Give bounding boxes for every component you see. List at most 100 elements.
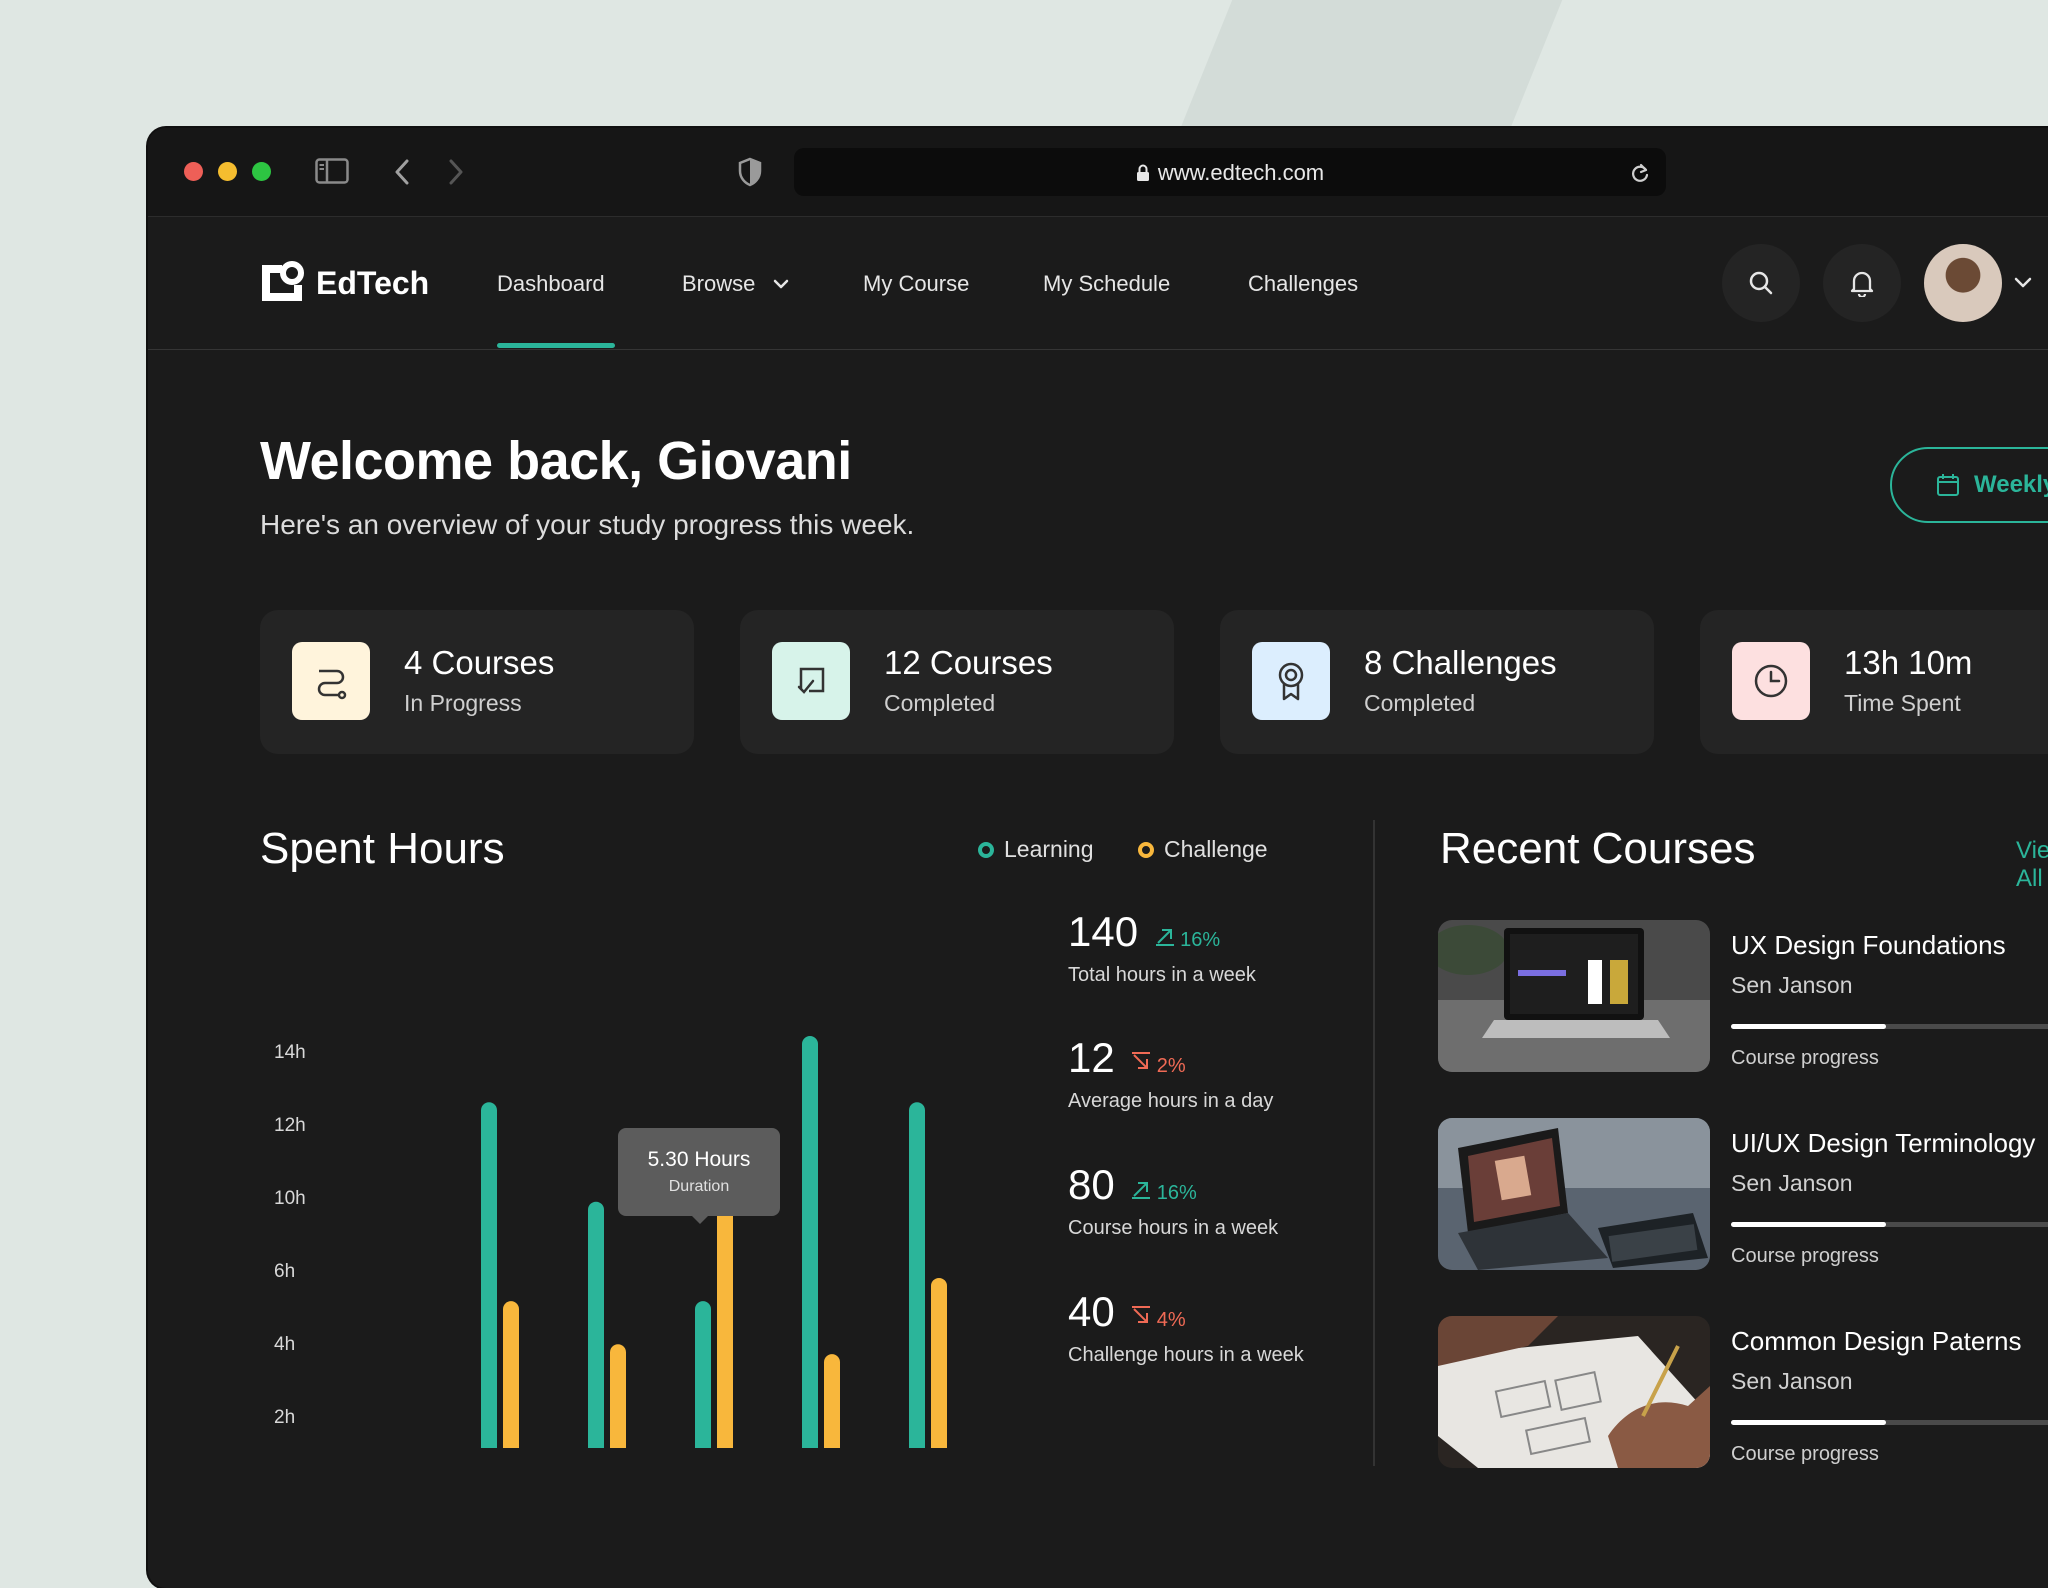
nav-browse[interactable]: Browse [682, 271, 789, 297]
spent-hours-chart: 14h12h10h6h4h2h0hSMTWTFS [274, 1036, 947, 1448]
kpi-value: 12 [1068, 1034, 1115, 1081]
welcome-title: Welcome back, Giovani [260, 431, 852, 491]
kpi-delta: 16% [1155, 926, 1221, 952]
minimize-window-button[interactable] [218, 162, 237, 181]
view-all-link[interactable]: View All [2016, 837, 2048, 893]
course-thumbnail [1438, 1118, 1710, 1270]
y-tick-label: 14h [274, 1042, 306, 1063]
course-progress-fill [1731, 1024, 1887, 1029]
course-progress-fill [1731, 1420, 1887, 1425]
bar-challenge[interactable] [503, 1301, 519, 1448]
course-title: UI/UX Design Terminology [1731, 1128, 2036, 1158]
bar-learning[interactable] [909, 1102, 925, 1448]
top-navigation: EdTech Dashboard Browse My Course My Sch… [148, 217, 2048, 350]
trend-down-icon [1132, 1306, 1151, 1323]
notifications-button[interactable] [1823, 244, 1901, 322]
legend-swatch [1138, 841, 1154, 858]
back-icon[interactable] [394, 159, 410, 185]
calendar-icon [1937, 474, 1959, 496]
kpi-label: Challenge hours in a week [1068, 1344, 1304, 1366]
trend-up-icon [1132, 1182, 1151, 1199]
chevron-down-icon [774, 279, 789, 289]
nav-dashboard[interactable]: Dashboard [497, 271, 605, 297]
nav-browse-label: Browse [682, 271, 756, 296]
maximize-window-button[interactable] [252, 162, 271, 181]
kpi-value: 80 [1068, 1161, 1115, 1208]
stat-card-courses-completed[interactable]: 12 Courses Completed [740, 610, 1174, 754]
kpi-value: 40 [1068, 1288, 1115, 1335]
kpi-label: Average hours in a day [1068, 1090, 1274, 1112]
bar-learning[interactable] [588, 1201, 604, 1448]
legend-label: Learning [1004, 836, 1094, 862]
legend-challenge: Challenge [1138, 836, 1268, 863]
stat-value: 8 Challenges [1364, 644, 1557, 681]
course-author: Sen Janson [1731, 972, 1853, 998]
browser-window: www.edtech.com EdTech Dashboard Browse M… [148, 128, 2048, 1588]
bar-learning[interactable] [695, 1301, 711, 1448]
reload-icon[interactable] [1630, 162, 1650, 184]
stat-label: Completed [1364, 690, 1476, 716]
award-icon [1252, 642, 1330, 720]
course-title: UX Design Foundations [1731, 930, 2006, 960]
nav-challenges[interactable]: Challenges [1248, 271, 1358, 297]
check-square-icon [772, 642, 850, 720]
course-card[interactable]: UX Design Foundations Sen Janson Course … [1438, 920, 2048, 1072]
legend-label: Challenge [1164, 836, 1268, 862]
trend-down-icon [1132, 1052, 1151, 1069]
shield-icon[interactable] [738, 157, 762, 187]
lock-icon [1136, 162, 1150, 188]
course-progress-label: Course progress [1731, 1443, 1879, 1465]
bar-challenge[interactable] [931, 1277, 947, 1448]
course-card[interactable]: UI/UX Design Terminology Sen Janson Cour… [1438, 1118, 2048, 1270]
course-progress-label: Course progress [1731, 1047, 1879, 1069]
nav-my-schedule[interactable]: My Schedule [1043, 271, 1170, 297]
bar-challenge[interactable] [824, 1354, 840, 1448]
route-icon [292, 642, 370, 720]
account-chevron-down-icon[interactable] [2014, 277, 2032, 289]
stat-value: 4 Courses [404, 644, 555, 681]
spent-hours-title: Spent Hours [260, 824, 505, 873]
logo[interactable]: EdTech [258, 261, 429, 305]
search-button[interactable] [1722, 244, 1800, 322]
kpi-challenge-hours: 40 4% Challenge hours in a week [1068, 1288, 1304, 1367]
course-thumbnail [1438, 1316, 1710, 1468]
kpi-course-hours: 80 16% Course hours in a week [1068, 1161, 1278, 1240]
course-progress-bar [1731, 1024, 2048, 1029]
stat-label: Completed [884, 690, 996, 716]
trend-up-icon [1155, 929, 1174, 946]
chart-tooltip: 5.30 Hours Duration [618, 1128, 780, 1224]
kpi-total-hours: 140 16% Total hours in a week [1068, 908, 1256, 987]
kpi-delta-value: 16% [1180, 929, 1221, 951]
bar-learning[interactable] [802, 1036, 818, 1448]
period-select-label: Weekly [1974, 471, 2048, 498]
period-select-button[interactable]: Weekly [1890, 447, 2048, 523]
legend-swatch [978, 841, 994, 858]
kpi-delta: 16% [1131, 1179, 1197, 1205]
course-progress-bar [1731, 1420, 2048, 1425]
avatar[interactable] [1924, 244, 2002, 322]
sidebar-toggle-icon[interactable] [315, 158, 349, 184]
edtech-logo-icon [262, 261, 304, 301]
search-icon [1749, 271, 1773, 295]
course-author: Sen Janson [1731, 1170, 1853, 1196]
welcome-subtitle: Here's an overview of your study progres… [260, 509, 915, 540]
kpi-delta-value: 4% [1156, 1309, 1186, 1331]
address-bar[interactable]: www.edtech.com [794, 148, 1666, 196]
stat-label: In Progress [404, 690, 522, 716]
forward-icon[interactable] [448, 159, 464, 185]
tooltip-label: Duration [668, 1178, 730, 1195]
stat-card-challenges-completed[interactable]: 8 Challenges Completed [1220, 610, 1654, 754]
section-divider [1373, 820, 1375, 1466]
kpi-delta-value: 16% [1156, 1182, 1197, 1204]
course-card[interactable]: Common Design Paterns Sen Janson Course … [1438, 1316, 2048, 1468]
bell-icon [1850, 271, 1874, 297]
stat-card-in-progress[interactable]: 4 Courses In Progress [260, 610, 694, 754]
url-text: www.edtech.com [1157, 160, 1325, 185]
close-window-button[interactable] [184, 162, 203, 181]
course-title: Common Design Paterns [1731, 1326, 2022, 1356]
stat-card-time-spent[interactable]: 13h 10m Time Spent [1700, 610, 2048, 754]
y-tick-label: 6h [274, 1261, 295, 1282]
bar-learning[interactable] [481, 1102, 497, 1448]
bar-challenge[interactable] [610, 1344, 626, 1448]
nav-my-course[interactable]: My Course [863, 271, 969, 297]
